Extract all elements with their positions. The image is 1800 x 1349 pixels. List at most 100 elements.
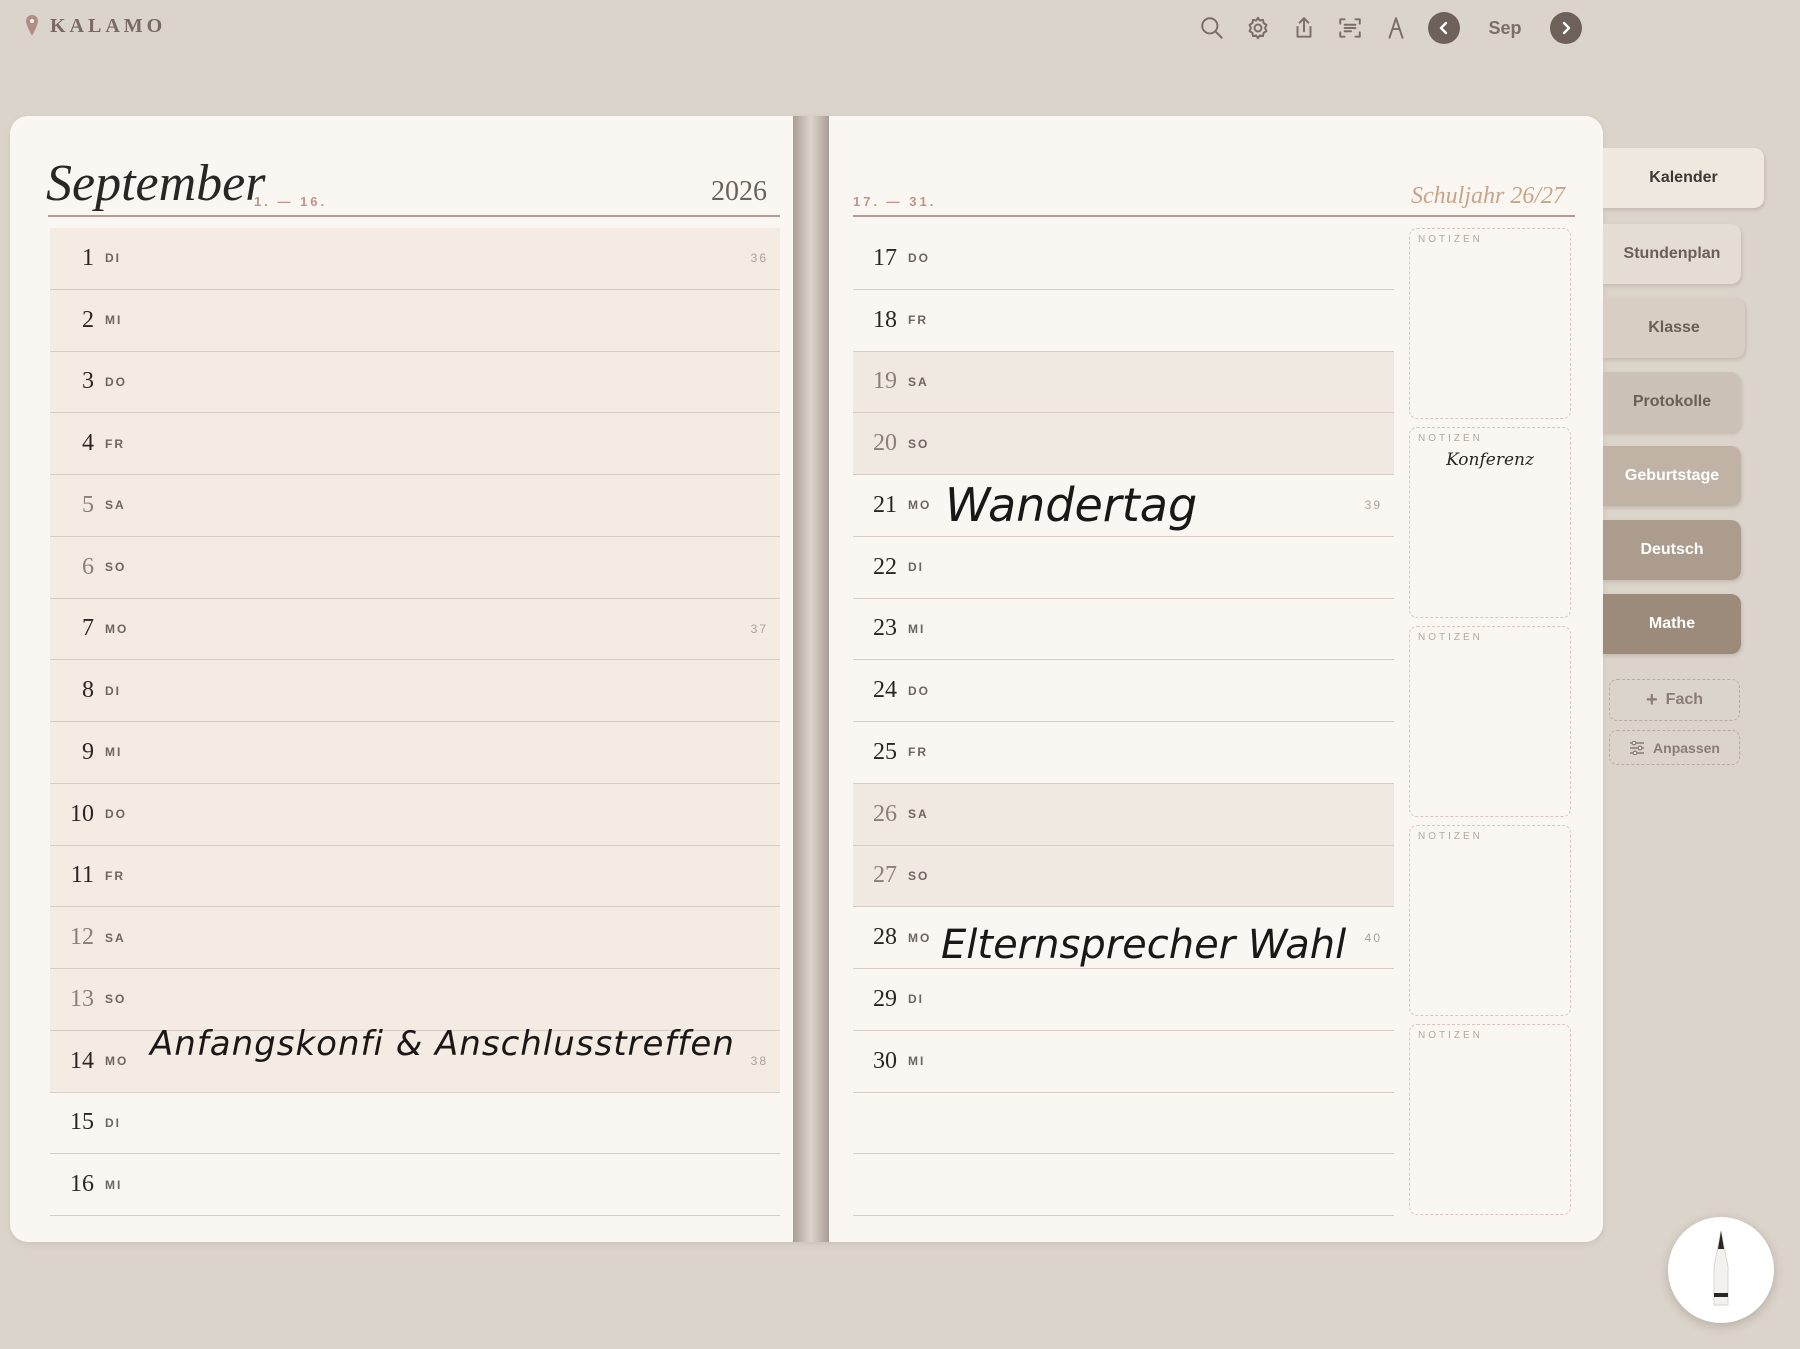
handwritten-note: Anfangskonfi & Anschlusstreffen (150, 1024, 735, 1064)
day-row[interactable]: 22 DI (853, 537, 1394, 599)
day-number: 26 (873, 800, 897, 827)
day-row[interactable]: 27 SO (853, 845, 1394, 908)
app-logo: KALAMO (24, 14, 166, 38)
header-divider (48, 215, 780, 217)
prev-month-button[interactable] (1428, 12, 1460, 44)
week-number: 36 (750, 251, 768, 266)
weekday-label: SO (105, 560, 127, 575)
weekday-label: DO (105, 807, 127, 822)
pencil-tool-button[interactable] (1668, 1217, 1774, 1323)
notes-box[interactable]: NOTIZEN (1409, 626, 1571, 817)
day-row[interactable]: 15 DI (50, 1093, 780, 1155)
day-number: 10 (70, 800, 94, 827)
weekday-label: DO (908, 683, 930, 698)
day-number: 24 (873, 677, 897, 704)
week-number: 40 (1364, 930, 1382, 945)
day-row[interactable]: 30 MI (853, 1031, 1394, 1093)
weekday-label: DI (105, 251, 121, 266)
month-title: September (46, 155, 266, 212)
weekday-label: DI (908, 560, 924, 575)
left-page[interactable]: September 1. — 16. 2026 1 DI 36 2 MI 3 DO 4 FR 5 S… (10, 116, 793, 1242)
tab-geburtstage[interactable]: Geburtstage (1603, 446, 1741, 506)
weekday-label: SO (908, 436, 930, 451)
day-row[interactable]: 8 DI (50, 660, 780, 722)
tab-protokolle[interactable]: Protokolle (1603, 372, 1741, 432)
weekday-label: DI (105, 1115, 121, 1130)
notes-box[interactable]: NOTIZEN Konferenz (1409, 427, 1571, 618)
day-row[interactable]: 7 MO 37 (50, 598, 780, 661)
day-row[interactable]: 6 SO (50, 536, 780, 599)
day-number: 19 (873, 368, 897, 395)
school-year-label: Schuljahr 26/27 (1411, 183, 1565, 209)
day-row[interactable]: 25 FR (853, 722, 1394, 784)
day-row[interactable]: 5 SA (50, 475, 780, 537)
day-row[interactable]: 20 SO (853, 413, 1394, 475)
settings-icon[interactable] (1236, 8, 1280, 48)
day-row[interactable]: 23 MI (853, 599, 1394, 661)
day-row[interactable]: 29 DI (853, 969, 1394, 1031)
day-number: 29 (873, 985, 897, 1012)
date-range-left: 1. — 16. (254, 194, 328, 209)
date-range-right: 17. — 31. (853, 194, 937, 209)
tab-klasse[interactable]: Klasse (1603, 298, 1745, 358)
add-subject-button[interactable]: + Fach (1609, 679, 1740, 721)
tab-deutsch[interactable]: Deutsch (1603, 520, 1741, 580)
tab-mathe[interactable]: Mathe (1603, 594, 1741, 654)
day-row[interactable]: 10 DO (50, 783, 780, 846)
pen-icon[interactable] (1374, 8, 1418, 48)
day-number: 3 (82, 368, 94, 395)
day-row[interactable]: 12 SA (50, 907, 780, 969)
tab-kalender[interactable]: Kalender (1603, 148, 1764, 208)
weekday-label: FR (908, 745, 928, 760)
week-number: 39 (1364, 498, 1382, 513)
day-number: 7 (82, 615, 94, 642)
day-row[interactable]: 4 FR (50, 413, 780, 475)
day-row[interactable]: 1 DI 36 (50, 228, 780, 290)
day-number: 28 (873, 924, 897, 951)
day-number: 1 (82, 244, 94, 271)
notes-box[interactable]: NOTIZEN (1409, 228, 1571, 419)
chevron-right-icon (1562, 21, 1571, 35)
notes-text: Konferenz (1446, 450, 1534, 470)
weekday-label: FR (105, 868, 125, 883)
weekday-label: SA (105, 930, 126, 945)
customize-button[interactable]: Anpassen (1609, 730, 1740, 765)
customize-label: Anpassen (1653, 739, 1720, 756)
weekday-label: DI (908, 992, 924, 1007)
day-row[interactable]: 11 FR (50, 845, 780, 908)
day-row[interactable]: 2 MI (50, 289, 780, 352)
weekday-label: MI (105, 1177, 123, 1192)
handwritten-note: Wandertag (945, 478, 1198, 532)
day-row[interactable]: 24 DO (853, 660, 1394, 722)
day-row[interactable]: 18 FR (853, 290, 1394, 352)
search-icon[interactable] (1190, 8, 1234, 48)
day-row[interactable]: 19 SA (853, 351, 1394, 414)
day-row[interactable]: 3 DO (50, 351, 780, 414)
day-row[interactable]: 9 MI (50, 722, 780, 784)
day-row[interactable]: 17 DO (853, 228, 1394, 290)
weekday-label: DI (105, 683, 121, 698)
day-number: 12 (70, 924, 94, 951)
weekday-label: FR (105, 436, 125, 451)
weekday-label: SA (908, 807, 929, 822)
tab-stundenplan[interactable]: Stundenplan (1603, 224, 1741, 284)
notes-box[interactable]: NOTIZEN (1409, 825, 1571, 1016)
right-page[interactable]: 17. — 31. Schuljahr 26/27 17 DO 18 FR 19 SA 20… (829, 116, 1603, 1242)
day-number: 11 (70, 862, 94, 889)
weekday-label: MO (908, 930, 932, 945)
next-month-button[interactable] (1550, 12, 1582, 44)
pencil-icon (1713, 1230, 1729, 1306)
current-month-label: Sep (1488, 17, 1522, 38)
day-number: 14 (70, 1047, 94, 1074)
week-number: 38 (750, 1054, 768, 1069)
notes-box[interactable]: NOTIZEN (1409, 1024, 1571, 1215)
day-number: 16 (70, 1171, 94, 1198)
day-row[interactable]: 26 SA (853, 783, 1394, 846)
day-row[interactable]: 13 SO (50, 969, 780, 1031)
notes-label: NOTIZEN (1418, 831, 1483, 842)
empty-row (853, 1093, 1394, 1155)
share-icon[interactable] (1282, 8, 1326, 48)
weekday-label: DO (105, 374, 127, 389)
scan-icon[interactable] (1328, 8, 1372, 48)
day-row[interactable]: 16 MI (50, 1154, 780, 1216)
